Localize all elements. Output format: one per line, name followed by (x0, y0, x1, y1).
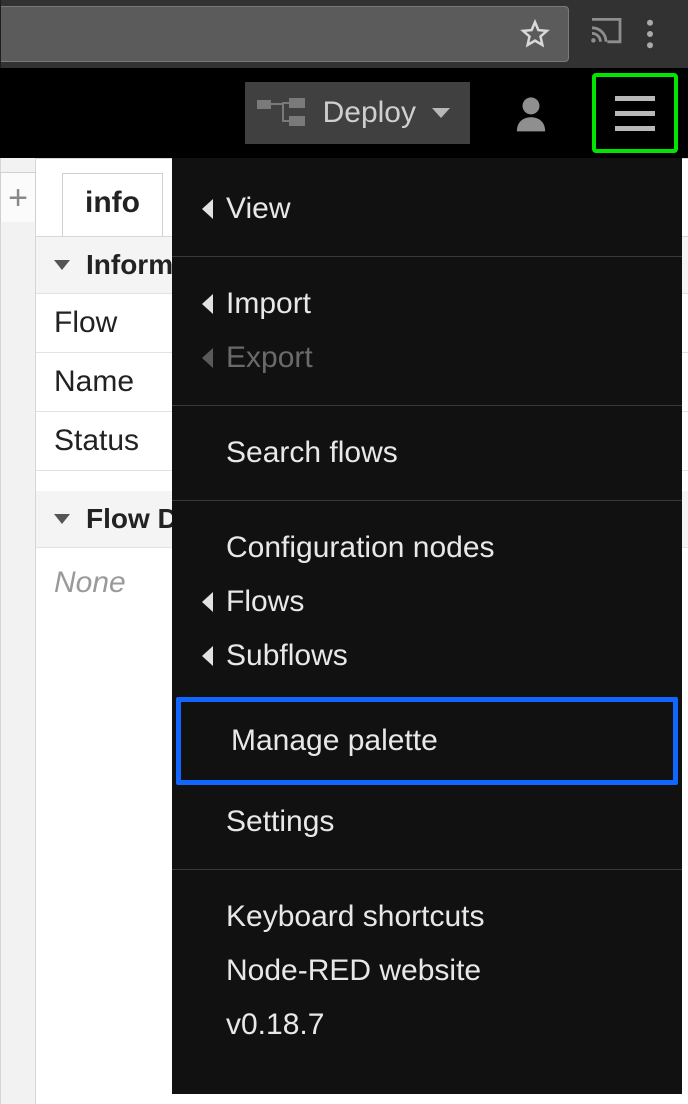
deploy-caret-icon (432, 108, 450, 118)
sidebar-tab-info[interactable]: info (62, 173, 163, 236)
menu-item-search-flows[interactable]: Search flows (172, 426, 682, 480)
menu-item-import[interactable]: Import (172, 277, 682, 331)
menu-item-version: v0.18.7 (172, 998, 682, 1052)
add-flow-tab-button[interactable]: + (0, 172, 36, 222)
cast-icon[interactable] (589, 18, 623, 51)
submenu-arrow-icon (202, 592, 213, 612)
menu-item-view[interactable]: View (172, 182, 682, 236)
canvas-edge: + (0, 158, 36, 1104)
deploy-label: Deploy (323, 96, 416, 130)
chevron-down-icon (54, 514, 70, 524)
submenu-arrow-icon (202, 646, 213, 666)
menu-separator (172, 405, 682, 406)
browser-menu-icon[interactable] (623, 19, 677, 49)
submenu-arrow-icon (202, 199, 213, 219)
menu-item-settings[interactable]: Settings (172, 795, 682, 849)
bookmark-star-icon[interactable] (520, 19, 550, 49)
menu-item-config-nodes[interactable]: Configuration nodes (172, 521, 682, 575)
menu-separator (172, 256, 682, 257)
app-header: Deploy (0, 68, 688, 158)
menu-item-manage-palette[interactable]: Manage palette (176, 697, 678, 785)
submenu-arrow-icon (202, 348, 213, 368)
menu-item-flows[interactable]: Flows (172, 575, 682, 629)
address-bar[interactable] (1, 6, 569, 62)
user-icon[interactable] (494, 76, 568, 150)
browser-chrome-bar (0, 0, 688, 68)
hamburger-icon (615, 96, 655, 101)
menu-item-keyboard-shortcuts[interactable]: Keyboard shortcuts (172, 890, 682, 944)
submenu-arrow-icon (202, 294, 213, 314)
main-menu-dropdown: View Import Export Search flows Configur… (172, 158, 682, 1094)
menu-item-export: Export (172, 331, 682, 385)
chevron-down-icon (54, 260, 70, 270)
menu-item-website[interactable]: Node-RED website (172, 944, 682, 998)
main-menu-button[interactable] (592, 73, 678, 153)
menu-separator (172, 500, 682, 501)
menu-separator (172, 869, 682, 870)
deploy-button[interactable]: Deploy (245, 82, 470, 144)
deploy-icon (257, 97, 307, 129)
menu-item-subflows[interactable]: Subflows (172, 629, 682, 683)
